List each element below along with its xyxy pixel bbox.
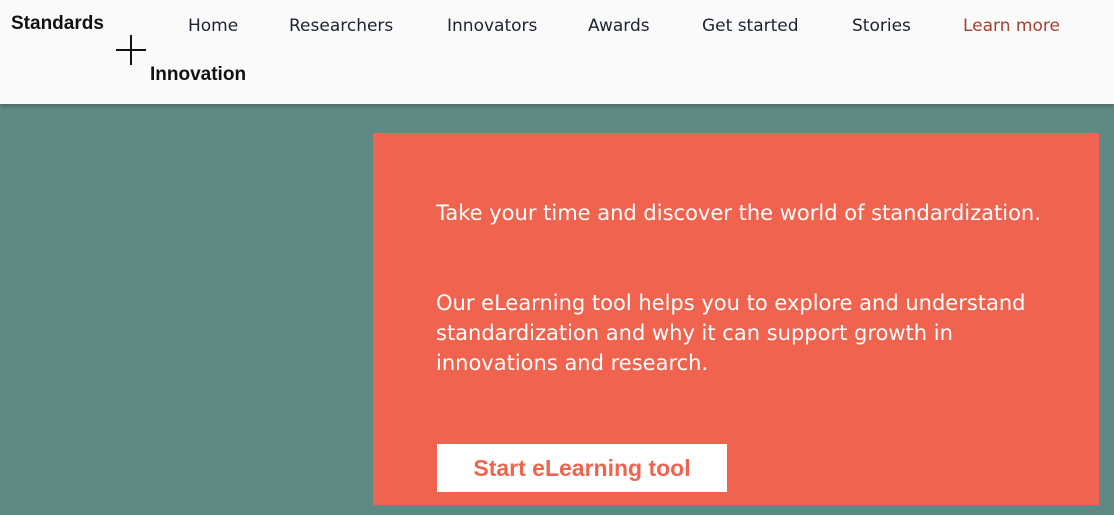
nav-item-innovators[interactable]: Innovators: [447, 15, 537, 37]
nav-item-awards[interactable]: Awards: [588, 15, 650, 37]
site-header: Standards Innovation Home Researchers In…: [0, 0, 1114, 104]
hero-description-text: Our eLearning tool helps you to explore …: [436, 291, 1026, 375]
nav-item-stories[interactable]: Stories: [852, 15, 911, 37]
nav-item-researchers[interactable]: Researchers: [289, 15, 393, 37]
plus-icon: [116, 35, 146, 65]
nav-item-learn-more[interactable]: Learn more: [963, 15, 1060, 37]
hero-intro-text: Take your time and discover the world of…: [436, 201, 1041, 225]
logo-text-standards: Standards: [11, 13, 104, 34]
start-elearning-button[interactable]: Start eLearning tool: [437, 444, 727, 492]
logo-text-innovation: Innovation: [150, 64, 247, 85]
nav-item-home[interactable]: Home: [188, 15, 238, 37]
nav-item-get-started[interactable]: Get started: [702, 15, 799, 37]
hero-card: Take your time and discover the world of…: [373, 133, 1099, 505]
